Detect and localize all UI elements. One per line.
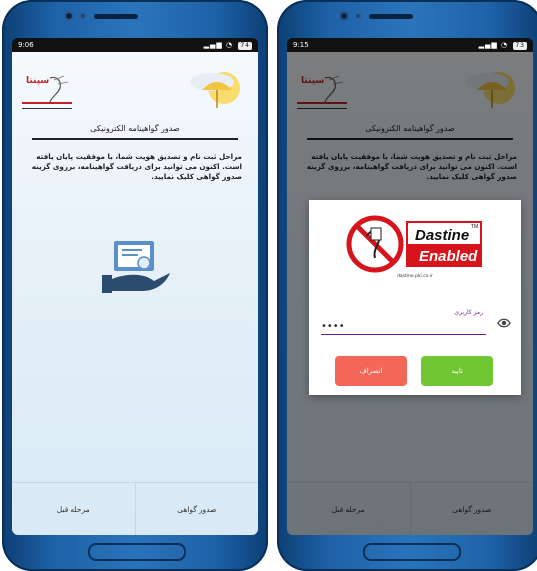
speaker-grille [94, 14, 138, 19]
confirm-button[interactable]: تایید [421, 356, 493, 386]
speaker-grille [369, 14, 413, 19]
cancel-button[interactable]: انصراف [335, 356, 407, 386]
dastine-logo-icon: Dastine TM Enabled [346, 215, 482, 273]
password-field[interactable] [321, 318, 486, 335]
status-bar: 9:15 ▂▄▆ ◔ 73 [287, 38, 533, 52]
screen: 9:06 ▂▄▆ ◔ 74 سپنتا صدور گواهینامه الکتر… [12, 38, 258, 535]
status-bar: 9:06 ▂▄▆ ◔ 74 [12, 38, 258, 52]
camera-icon [339, 11, 349, 21]
battery-icon: 74 [238, 42, 252, 50]
password-dialog: Dastine TM Enabled dastine.pki.co.ir رمز… [309, 200, 521, 395]
camera-icon [64, 11, 74, 21]
weather-umbrella-icon [190, 72, 240, 108]
logo-text: سپنتا [26, 76, 50, 86]
home-button[interactable] [88, 543, 186, 561]
certificate-hand-icon [102, 241, 170, 293]
app-screen: سپنتا صدور گواهینامه الکترونیکی مراحل ثب… [12, 52, 258, 535]
dastine-enabled-text: Enabled [419, 248, 478, 265]
dastine-brand-text: Dastine [415, 227, 469, 244]
dastine-tm-text: TM [471, 224, 478, 230]
status-time: 9:06 [18, 41, 34, 49]
battery-icon: 73 [513, 42, 527, 50]
status-time: 9:15 [293, 41, 309, 49]
password-label: رمز کاربری [454, 309, 483, 316]
previous-step-button[interactable]: مرحله قبل [12, 483, 135, 535]
status-icons: ▂▄▆ ◔ 74 [203, 41, 252, 50]
dastine-url: dastine.pki.co.ir [397, 274, 433, 279]
issue-certificate-button[interactable]: صدور گواهی [134, 483, 259, 535]
phone-right: 9:15 ▂▄▆ ◔ 73 سپنتا صدور گواهینامه الکتر… [277, 0, 537, 571]
status-icons: ▂▄▆ ◔ 73 [478, 41, 527, 50]
page-title: صدور گواهینامه الکترونیکی [32, 124, 238, 140]
sensor-icon [355, 13, 361, 19]
phone-left: 9:06 ▂▄▆ ◔ 74 سپنتا صدور گواهینامه الکتر… [2, 0, 268, 571]
description-text: مراحل ثبت نام و تصدیق هویت شما، با موفقی… [31, 152, 242, 181]
sensor-icon [80, 13, 86, 19]
home-button[interactable] [363, 543, 461, 561]
eye-icon[interactable] [497, 317, 511, 329]
bottom-bar: مرحله قبل صدور گواهی [12, 482, 258, 535]
screen: 9:15 ▂▄▆ ◔ 73 سپنتا صدور گواهینامه الکتر… [287, 38, 533, 535]
